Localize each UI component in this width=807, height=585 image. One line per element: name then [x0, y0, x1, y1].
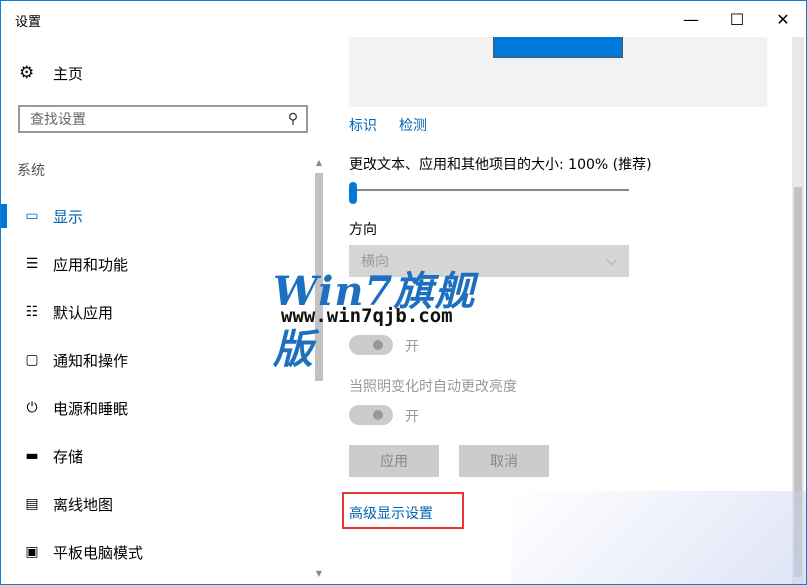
power-icon: ⏻	[26, 400, 38, 416]
home-nav-item[interactable]: ⚙ 主页	[19, 63, 83, 83]
search-placeholder: 查找设置	[30, 112, 86, 128]
sidebar-item-label: 电源和睡眠	[53, 399, 129, 418]
tablet-icon: ▣	[25, 544, 39, 560]
cancel-button[interactable]: 取消	[459, 445, 549, 477]
search-icon[interactable]: ⚲	[280, 111, 306, 127]
content-scrollbar-thumb[interactable]	[794, 187, 802, 577]
sidebar-item-power[interactable]: ⏻ 电源和睡眠	[1, 388, 311, 428]
content-scrollbar[interactable]	[792, 37, 804, 584]
toggle-switch-1[interactable]	[349, 335, 393, 355]
display-settings-panel: 标识 检测 更改文本、应用和其他项目的大小: 100% (推荐) 方向 横向 ⌵…	[327, 37, 806, 584]
sidebar-item-label: 显示	[53, 207, 84, 226]
sidebar-item-default-apps[interactable]: ☷ 默认应用	[1, 292, 311, 332]
close-button[interactable]: ✕	[760, 1, 806, 37]
home-label: 主页	[53, 64, 84, 83]
sidebar-item-label: 平板电脑模式	[53, 543, 144, 562]
apps-list-icon: ☰	[25, 256, 39, 272]
sidebar-item-label: 离线地图	[53, 495, 114, 514]
detect-link[interactable]: 检测	[399, 115, 427, 135]
default-apps-icon: ☷	[25, 304, 39, 320]
title-bar: 设置 — ☐ ✕	[1, 1, 806, 37]
sidebar-scroll-up-arrow[interactable]: ▲	[314, 158, 324, 167]
orientation-dropdown[interactable]: 横向 ⌵	[349, 245, 629, 277]
apply-button[interactable]: 应用	[349, 445, 439, 477]
sidebar: ⚙ 主页 查找设置 ⚲ 系统 ▭ 显示 ☰ 应用和功能 ☷ 默认应用 ▢ 通知和…	[1, 37, 327, 584]
auto-brightness-label: 当照明变化时自动更改亮度	[349, 379, 517, 395]
scale-slider-track[interactable]	[349, 189, 629, 191]
monitor-icon: ▭	[25, 208, 39, 224]
sidebar-item-label: 存储	[53, 447, 84, 466]
selection-indicator	[1, 204, 7, 228]
section-heading: 系统	[17, 163, 45, 179]
sidebar-item-offline-maps[interactable]: ▤ 离线地图	[1, 484, 311, 524]
orientation-label: 方向	[349, 222, 377, 238]
maximize-button[interactable]: ☐	[714, 1, 760, 37]
sidebar-item-label: 通知和操作	[53, 351, 129, 370]
map-icon: ▤	[25, 496, 39, 512]
scale-label: 更改文本、应用和其他项目的大小: 100% (推荐)	[349, 157, 652, 173]
notification-icon: ▢	[25, 352, 39, 368]
gear-icon: ⚙	[19, 63, 35, 83]
sidebar-scroll-down-arrow[interactable]: ▼	[314, 569, 324, 578]
auto-brightness-state: 开	[405, 409, 419, 425]
advanced-display-settings-link[interactable]: 高级显示设置	[349, 503, 433, 523]
sidebar-item-notifications[interactable]: ▢ 通知和操作	[1, 340, 311, 380]
sidebar-item-tablet-mode[interactable]: ▣ 平板电脑模式	[1, 532, 311, 572]
sidebar-scrollbar-thumb[interactable]	[315, 173, 323, 381]
sidebar-item-label: 默认应用	[53, 303, 114, 322]
search-input[interactable]: 查找设置 ⚲	[18, 105, 308, 133]
sidebar-item-storage[interactable]: ▬ 存储	[1, 436, 311, 476]
window-title: 设置	[15, 15, 42, 30]
toggle-knob	[373, 340, 383, 350]
monitor-preview[interactable]	[493, 37, 623, 58]
sidebar-item-display[interactable]: ▭ 显示	[1, 196, 311, 236]
auto-brightness-toggle[interactable]	[349, 405, 393, 425]
minimize-button[interactable]: —	[668, 1, 714, 37]
toggle-knob	[373, 410, 383, 420]
settings-window: 设置 — ☐ ✕ ⚙ 主页 查找设置 ⚲ 系统 ▭ 显示 ☰ 应用和功能 ☷ 默…	[0, 0, 807, 585]
scale-slider-thumb[interactable]	[349, 182, 357, 204]
sidebar-item-label: 应用和功能	[53, 255, 129, 274]
identify-link[interactable]: 标识	[349, 115, 377, 135]
monitor-preview-area	[349, 37, 767, 107]
toggle-1-state: 开	[405, 339, 419, 355]
chevron-down-icon: ⌵	[606, 253, 617, 269]
orientation-value: 横向	[361, 254, 389, 270]
storage-icon: ▬	[25, 448, 39, 464]
sidebar-item-apps[interactable]: ☰ 应用和功能	[1, 244, 311, 284]
